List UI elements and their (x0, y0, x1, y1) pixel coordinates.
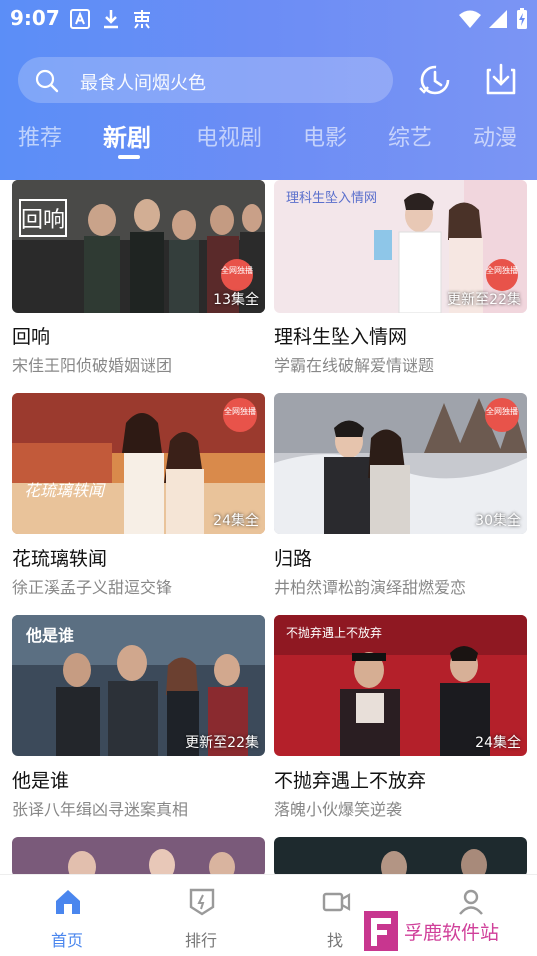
drama-card[interactable]: 花琉璃轶闻 全网独播 24集全 花琉璃轶闻 徐正溪孟子义甜逗交锋 (12, 393, 265, 603)
home-icon (56, 890, 80, 914)
exclusive-tag: 全网独播 (221, 265, 253, 275)
video-icon (322, 892, 351, 912)
status-bar: 9:07 (0, 0, 537, 38)
drama-title: 归路 (274, 548, 313, 570)
nav-label: 排行 (184, 931, 217, 950)
search-bar[interactable]: 最食人间烟火色 (18, 57, 393, 103)
drama-subtitle: 落魄小伙爆笑逆袭 (274, 800, 403, 819)
drama-title: 花琉璃轶闻 (12, 548, 108, 570)
signal-icon (489, 10, 507, 28)
header: 9:07 最食人间烟火色 推荐 新剧 电视剧 电影 综艺 动漫 (0, 0, 537, 180)
app-notification-icon (134, 10, 150, 29)
drama-poster[interactable]: 回响 全网独播 13集全 (12, 180, 265, 313)
tab-anime[interactable]: 动漫 (473, 120, 517, 152)
tab-recommend[interactable]: 推荐 (18, 120, 62, 152)
drama-card[interactable]: 理科生坠入情网 全网独播 更新至22集 理科生坠入情网 学霸在线破解爱情谜题 (274, 180, 527, 380)
drama-poster[interactable]: 不抛弃遇上不放弃 24集全 (274, 615, 527, 756)
drama-subtitle: 学霸在线破解爱情谜题 (274, 356, 435, 375)
drama-title: 不抛弃遇上不放弃 (274, 770, 427, 792)
tab-variety[interactable]: 综艺 (388, 120, 432, 152)
exclusive-tag: 全网独播 (486, 265, 518, 275)
tab-new-drama[interactable]: 新剧 (103, 118, 151, 153)
watermark: 孚鹿软件站 (362, 906, 537, 956)
search-icon (35, 69, 59, 93)
episode-count: 更新至22集 (447, 292, 521, 308)
battery-icon (517, 8, 527, 29)
wifi-icon (459, 10, 481, 28)
search-placeholder: 最食人间烟火色 (80, 73, 206, 94)
episode-count: 24集全 (475, 735, 521, 751)
status-time: 9:07 (10, 6, 60, 30)
drama-title: 他是谁 (12, 770, 70, 792)
nav-ranking[interactable]: 排行 (151, 875, 251, 956)
drama-poster[interactable]: 全网独播 30集全 (274, 393, 527, 534)
drama-subtitle: 井柏然谭松韵演绎甜燃爱恋 (274, 578, 467, 597)
poster-title: 他是谁 (25, 626, 74, 645)
tab-movies[interactable]: 电影 (303, 120, 347, 152)
drama-subtitle: 徐正溪孟子义甜逗交锋 (12, 578, 173, 597)
exclusive-tag: 全网独播 (486, 406, 518, 416)
episode-count: 13集全 (213, 292, 259, 308)
poster-title: 花琉璃轶闻 (24, 481, 106, 500)
drama-card[interactable]: 全网独播 30集全 归路 井柏然谭松韵演绎甜燃爱恋 (274, 393, 527, 603)
poster-title: 理科生坠入情网 (286, 190, 377, 206)
poster-title: 回响 (21, 208, 65, 233)
drama-card[interactable]: 他是谁 更新至22集 他是谁 张译八年缉凶寻迷案真相 (12, 615, 265, 825)
app-screen: 9:07 最食人间烟火色 推荐 新剧 电视剧 电影 综艺 动漫 回响 全网独播 … (0, 0, 537, 956)
drama-poster[interactable]: 他是谁 更新至22集 (12, 615, 265, 756)
drama-subtitle: 张译八年缉凶寻迷案真相 (12, 800, 189, 819)
watermark-text: 孚鹿软件站 (404, 922, 500, 944)
drama-poster[interactable] (274, 837, 527, 874)
drama-grid: 回响 全网独播 13集全 回响 宋佳王阳侦破婚姻谜团 理科生坠入情网 全网独播 … (0, 180, 537, 874)
tab-tv-series[interactable]: 电视剧 (196, 120, 262, 152)
drama-card[interactable]: 回响 全网独播 13集全 回响 宋佳王阳侦破婚姻谜团 (12, 180, 265, 380)
drama-poster[interactable] (12, 837, 265, 874)
history-icon[interactable] (415, 60, 455, 100)
episode-count: 更新至22集 (185, 735, 259, 751)
drama-card[interactable]: 不抛弃遇上不放弃 24集全 不抛弃遇上不放弃 落魄小伙爆笑逆袭 (274, 615, 527, 825)
category-tabs: 推荐 新剧 电视剧 电影 综艺 动漫 (0, 120, 537, 164)
exclusive-tag: 全网独播 (224, 406, 256, 416)
drama-subtitle: 宋佳王阳侦破婚姻谜团 (12, 356, 173, 375)
watermark-logo-icon (364, 911, 398, 951)
poster-title: 不抛弃遇上不放弃 (286, 625, 382, 640)
keyboard-notification-icon (70, 9, 90, 29)
drama-poster[interactable]: 理科生坠入情网 全网独播 更新至22集 (274, 180, 527, 313)
episode-count: 24集全 (213, 513, 259, 529)
nav-home[interactable]: 首页 (17, 875, 117, 956)
drama-title: 理科生坠入情网 (274, 326, 408, 348)
ranking-icon (189, 888, 215, 916)
nav-label: 首页 (50, 931, 83, 950)
drama-poster[interactable]: 花琉璃轶闻 全网独播 24集全 (12, 393, 265, 534)
drama-title: 回响 (12, 326, 51, 348)
download-icon[interactable] (481, 60, 521, 100)
episode-count: 30集全 (475, 513, 521, 529)
download-notification-icon (104, 10, 118, 29)
active-tab-indicator (118, 155, 140, 159)
